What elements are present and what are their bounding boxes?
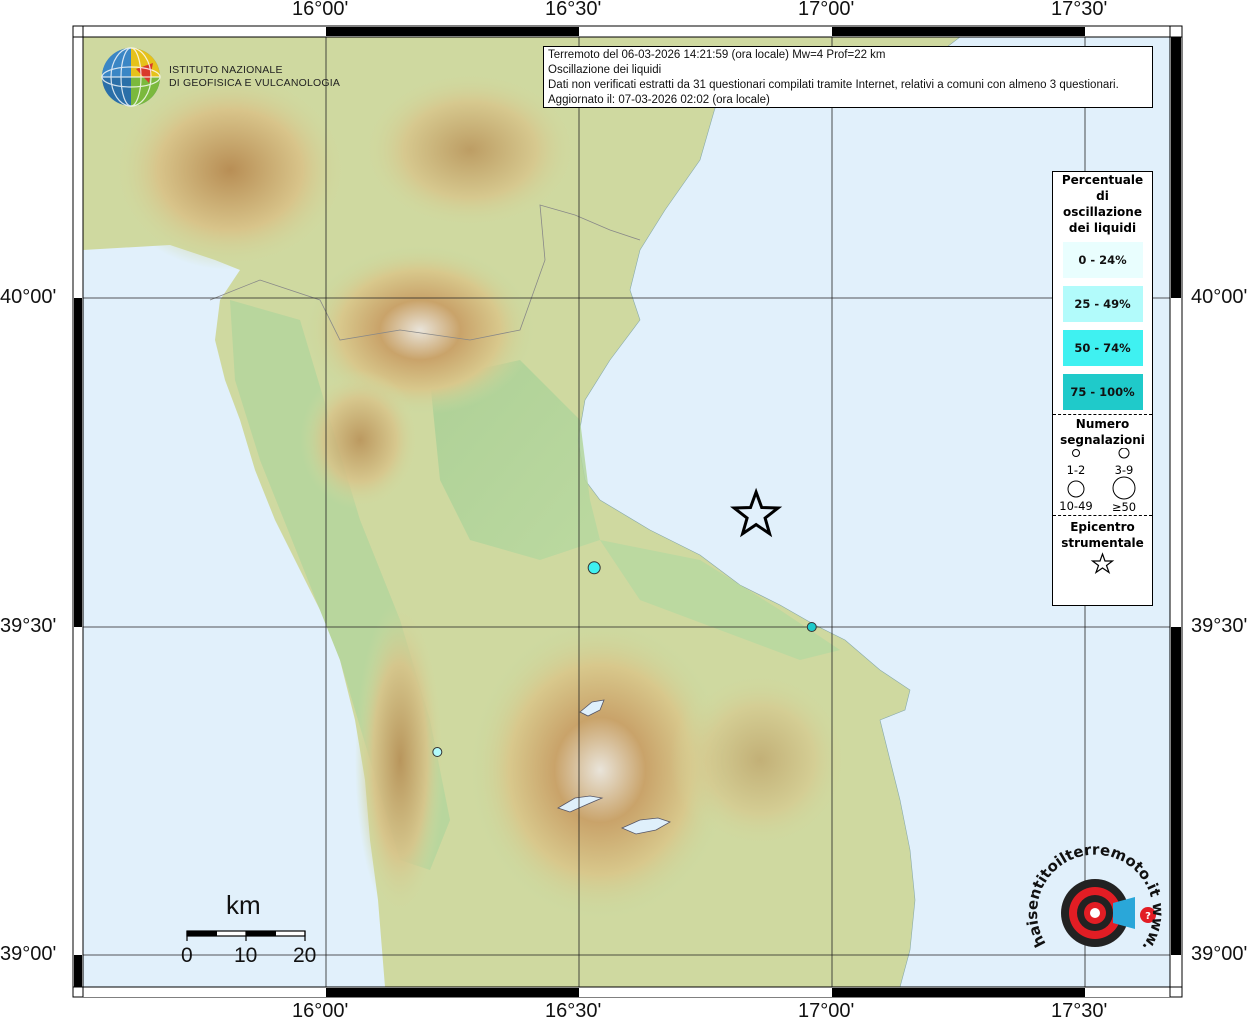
legend-title: Percentuale di oscillazione dei liquidi [1061, 173, 1144, 235]
observation-point-2[interactable] [432, 747, 443, 758]
lon-label-top-16-30: 16°30' [545, 0, 602, 20]
count-label-1-2: 1-2 [1067, 463, 1086, 477]
event-header: Terremoto del 06-03-2026 14:21:59 (ora l… [548, 49, 886, 61]
ingv-logo-text: ISTITUTO NAZIONALE DI GEOFISICA E VULCAN… [169, 64, 340, 90]
lat-label-right-39-00: 39°00' [1191, 943, 1248, 965]
count-size-legend: 1-2 3-9 10-49 ≥50 [1059, 448, 1136, 512]
lon-label-top-17-30: 17°30' [1051, 0, 1108, 20]
lat-label-left-39-00: 39°00' [0, 943, 57, 965]
lon-label-bottom-17-00: 17°00' [798, 1000, 855, 1022]
count-label-50-plus: ≥50 [1112, 500, 1136, 512]
lat-label-right-40-00: 40°00' [1191, 286, 1248, 308]
star-icon [1090, 552, 1115, 575]
lon-label-bottom-17-30: 17°30' [1051, 1000, 1108, 1022]
legend-class-0: 0 - 24% [1062, 242, 1143, 278]
data-disclaimer: Dati non verificati estratti da 31 quest… [548, 79, 1119, 91]
observation-point-1[interactable] [806, 622, 817, 632]
lon-label-top-16-00: 16°00' [292, 0, 349, 20]
logo-line-1: ISTITUTO NAZIONALE [169, 64, 283, 76]
event-info-box: Terremoto del 06-03-2026 14:21:59 (ora l… [543, 46, 1153, 108]
scale-label-0: 0 [181, 944, 193, 967]
lon-label-bottom-16-30: 16°30' [545, 1000, 602, 1022]
lat-label-left-40-00: 40°00' [0, 286, 57, 308]
count-title: Numero segnalazioni [1060, 417, 1145, 447]
legend-class-1: 25 - 49% [1062, 286, 1143, 322]
logo-line-2: DI GEOFISICA E VULCANOLOGIA [169, 77, 341, 89]
count-label-3-9: 3-9 [1115, 463, 1134, 477]
legend-class-2: 50 - 74% [1062, 330, 1143, 366]
count-label-10-49: 10-49 [1059, 499, 1092, 512]
ingv-logo-icon [101, 47, 161, 107]
lat-label-right-39-30: 39°30' [1191, 615, 1248, 637]
legend-divider [1053, 414, 1152, 415]
observation-point-0[interactable] [587, 561, 601, 575]
legend-class-3: 75 - 100% [1062, 374, 1143, 410]
epicenter-title: Epicentro strumentale [1061, 520, 1144, 550]
scale-label-20: 20 [293, 944, 317, 967]
legend: Percentuale di oscillazione dei liquidi … [1052, 171, 1153, 606]
catena-costiera [355, 600, 445, 920]
lon-label-bottom-16-00: 16°00' [292, 1000, 349, 1022]
sila-east [670, 670, 850, 850]
scale-label-10: 10 [234, 944, 258, 967]
orsomarso-range [300, 370, 420, 510]
legend-divider-2 [1053, 515, 1152, 516]
lon-label-top-17-00: 17°00' [798, 0, 855, 20]
update-time: Aggiornato il: 07-03-2026 02:02 (ora loc… [548, 94, 770, 106]
map-subject: Oscillazione dei liquidi [548, 64, 662, 76]
scale-title: km [226, 890, 261, 920]
lat-label-left-39-30: 39°30' [0, 615, 57, 637]
